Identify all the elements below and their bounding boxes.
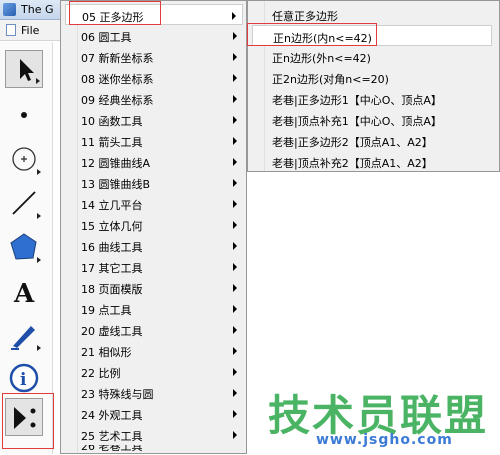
compass-circle-icon[interactable]	[5, 140, 43, 178]
menu-item-22[interactable]: 22 比例	[65, 361, 243, 382]
submenu-arrow-icon	[233, 74, 237, 82]
menu-item-19[interactable]: 19 点工具	[65, 298, 243, 319]
submenu-arrow-icon	[233, 389, 237, 397]
menu-bar: File	[0, 20, 60, 41]
menu-item-23[interactable]: 23 特殊线与圆	[65, 382, 243, 403]
submenu-arrow-icon	[233, 431, 237, 439]
app-icon	[3, 3, 16, 16]
submenu-arrow-icon	[233, 200, 237, 208]
window-titlebar: The G	[0, 0, 60, 20]
submenu-item-vertex1[interactable]: 老巷|顶点补充1【中心O、顶点A】	[252, 109, 492, 130]
watermark-url: www.jsgho.com	[316, 432, 453, 448]
submenu-item-2n-gon[interactable]: 正2n边形(对角n<=20)	[252, 67, 492, 88]
menu-item-14[interactable]: 14 立几平台	[65, 193, 243, 214]
text-icon[interactable]: A	[5, 272, 43, 310]
submenu-arrow-icon	[233, 368, 237, 376]
menu-item-24[interactable]: 24 外观工具	[65, 403, 243, 424]
submenu-arrow-icon	[233, 263, 237, 271]
menu-item-13[interactable]: 13 圆锥曲线B	[65, 172, 243, 193]
submenu-arrow-icon	[233, 116, 237, 124]
submenu-arrow-icon	[233, 347, 237, 355]
arrow-select-icon[interactable]	[5, 50, 43, 88]
document-icon	[6, 24, 16, 36]
menu-item-16[interactable]: 16 曲线工具	[65, 235, 243, 256]
submenu-arrow-icon	[233, 410, 237, 418]
submenu-arrow-icon	[233, 221, 237, 229]
submenu-item-polygon2[interactable]: 老巷|正多边形2【顶点A1、A2】	[252, 130, 492, 151]
submenu-arrow-icon	[233, 179, 237, 187]
window-title: The G	[21, 3, 54, 16]
watermark: 技术员联盟 www.jsgho.com	[268, 382, 500, 454]
submenu-highlight-box	[247, 23, 377, 46]
polygon-icon[interactable]	[5, 228, 43, 266]
menu-item-08[interactable]: 08 迷你坐标系	[65, 67, 243, 88]
marker-pen-icon[interactable]	[5, 316, 43, 354]
menu-item-25[interactable]: 25 艺术工具	[65, 424, 243, 445]
menu-item-12[interactable]: 12 圆锥曲线A	[65, 151, 243, 172]
menu-item-15[interactable]: 15 立体几何	[65, 214, 243, 235]
submenu-arrow-icon	[233, 158, 237, 166]
menu-item-09[interactable]: 09 经典坐标系	[65, 88, 243, 109]
menu-item-10[interactable]: 10 函数工具	[65, 109, 243, 130]
menu-item-17[interactable]: 17 其它工具	[65, 256, 243, 277]
file-menu[interactable]: File	[21, 24, 39, 37]
submenu-arrow-icon	[233, 284, 237, 292]
menu-item-11[interactable]: 11 箭头工具	[65, 130, 243, 151]
submenu-arrow-icon	[233, 95, 237, 103]
submenu-arrow-icon	[232, 12, 236, 20]
menu-item-06[interactable]: 06 圆工具	[65, 25, 243, 46]
submenu-arrow-icon	[233, 137, 237, 145]
custom-tool-highlight	[2, 393, 54, 449]
straightedge-icon[interactable]	[5, 184, 43, 222]
submenu-arrow-icon	[233, 305, 237, 313]
submenu-item-any-polygon[interactable]: 任意正多边形	[252, 4, 492, 25]
submenu-arrow-icon	[233, 32, 237, 40]
menu-highlight-box	[69, 1, 161, 25]
menu-item-21[interactable]: 21 相似形	[65, 340, 243, 361]
submenu-item-vertex2[interactable]: 老巷|顶点补充2【顶点A1、A2】	[252, 151, 492, 172]
submenu-item-polygon1[interactable]: 老巷|正多边形1【中心O、顶点A】	[252, 88, 492, 109]
point-icon[interactable]	[5, 96, 43, 134]
menu-item-07[interactable]: 07 新新坐标系	[65, 46, 243, 67]
svg-text:A: A	[13, 279, 35, 309]
submenu-item-circumscribed-ngon[interactable]: 正n边形(外n<=42)	[252, 46, 492, 67]
submenu-arrow-icon	[233, 326, 237, 334]
submenu-arrow-icon	[233, 53, 237, 61]
custom-tools-menu: 05 正多边形 06 圆工具 07 新新坐标系 08 迷你坐标系 09 经典坐标…	[60, 0, 247, 454]
svg-text:i: i	[20, 370, 27, 390]
menu-item-20[interactable]: 20 虚线工具	[65, 319, 243, 340]
menu-item-18[interactable]: 18 页面模版	[65, 277, 243, 298]
submenu-arrow-icon	[233, 242, 237, 250]
